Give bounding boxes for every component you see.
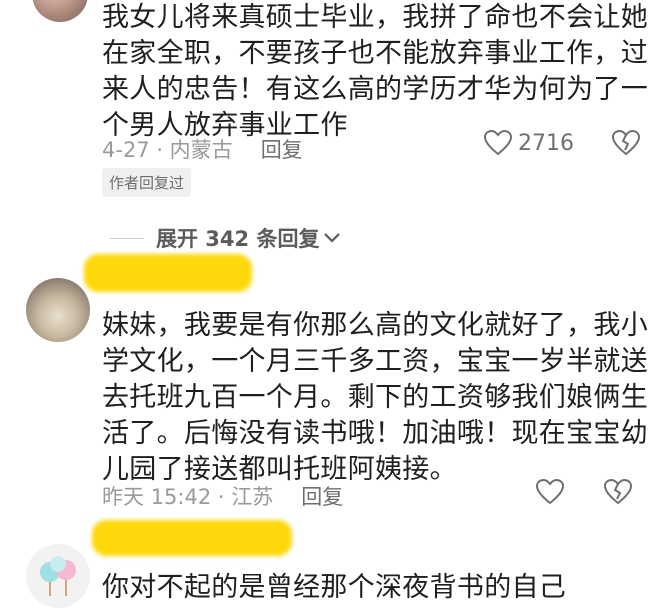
chevron-down-icon bbox=[324, 233, 341, 243]
comment-text: 我女儿将来真硕士毕业，我拼了命也不会让她 在家全职，不要孩子也不能放弃事业工作，… bbox=[102, 2, 648, 141]
avatar[interactable] bbox=[26, 278, 90, 342]
avatar[interactable] bbox=[32, 0, 88, 22]
username-redaction bbox=[84, 254, 252, 292]
username[interactable] bbox=[106, 290, 186, 302]
comment-meta: 昨天 15:42 · 江苏 回复 bbox=[102, 481, 343, 511]
username-redaction bbox=[92, 520, 292, 556]
comment-text: 妹妹，我要是有你那么高的文化就好了，我小 学文化，一个月三千多工资，宝宝一岁半就… bbox=[102, 310, 648, 485]
like-count: 2716 bbox=[518, 130, 574, 156]
heart-icon bbox=[536, 479, 564, 505]
broken-heart-icon bbox=[604, 479, 632, 505]
comment-meta: 4-27 · 内蒙古 回复 bbox=[102, 134, 303, 164]
author-replied-tag: 作者回复过 bbox=[102, 168, 192, 197]
comment-text: 你对不起的是曾经那个深夜背书的自己 bbox=[102, 572, 567, 603]
cotton-candy-icon bbox=[40, 556, 76, 596]
expand-replies-label: 展开 342 条回复 bbox=[156, 227, 320, 251]
comment-actions: 2716 bbox=[484, 130, 640, 156]
expand-replies-button[interactable]: 展开 342 条回复 bbox=[110, 223, 341, 253]
like-button[interactable] bbox=[536, 479, 564, 505]
username[interactable] bbox=[106, 556, 226, 568]
dislike-button[interactable] bbox=[604, 479, 632, 505]
date-location: 4-27 · 内蒙古 bbox=[102, 138, 233, 162]
like-button[interactable]: 2716 bbox=[484, 130, 574, 156]
dislike-button[interactable] bbox=[612, 130, 640, 156]
broken-heart-icon bbox=[612, 130, 640, 156]
reply-button[interactable]: 回复 bbox=[261, 134, 303, 164]
heart-icon bbox=[484, 130, 512, 156]
date-location: 昨天 15:42 · 江苏 bbox=[102, 485, 274, 509]
avatar[interactable] bbox=[26, 544, 90, 608]
divider bbox=[110, 237, 144, 239]
reply-button[interactable]: 回复 bbox=[301, 481, 343, 511]
comment-actions bbox=[536, 479, 632, 505]
